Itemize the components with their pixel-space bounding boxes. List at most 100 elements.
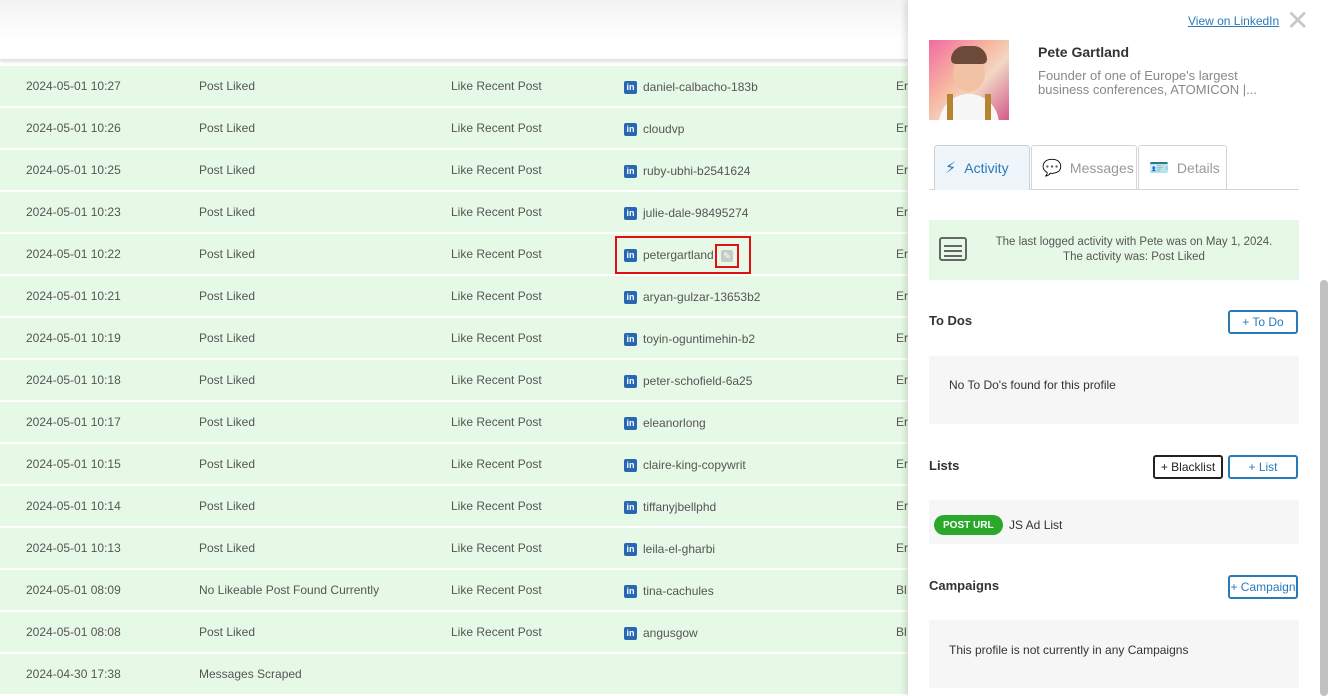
row-action: Like Recent Post (451, 415, 542, 429)
add-todo-button[interactable]: + To Do (1228, 310, 1298, 334)
row-status: Post Liked (199, 625, 256, 639)
close-icon[interactable]: ✕ (1286, 7, 1309, 35)
edit-profile-button[interactable]: ✎ (715, 244, 739, 268)
tab-messages[interactable]: 💬 Messages (1031, 145, 1137, 189)
profile-handle[interactable]: tina-cachules (643, 584, 714, 598)
row-profile[interactable]: in peter-schofield-6a25 (624, 374, 752, 388)
row-action: Like Recent Post (451, 79, 542, 93)
row-date: 2024-05-01 10:23 (26, 205, 121, 219)
row-extra: Er (896, 331, 908, 345)
profile-handle[interactable]: julie-dale-98495274 (643, 206, 748, 220)
table-row[interactable]: 2024-05-01 10:21 Post Liked Like Recent Po… (0, 276, 908, 318)
row-date: 2024-05-01 10:17 (26, 415, 121, 429)
linkedin-icon: in (624, 164, 637, 178)
row-extra: Er (896, 415, 908, 429)
row-date: 2024-05-01 10:15 (26, 457, 121, 471)
table-row[interactable]: 2024-05-01 10:19 Post Liked Like Recent Po… (0, 318, 908, 360)
panel-tabs: ⚡ Activity 💬 Messages 🪪 Details (929, 145, 1299, 190)
table-row[interactable]: 2024-05-01 10:17 Post Liked Like Recent Po… (0, 402, 908, 444)
list-name[interactable]: JS Ad List (1009, 518, 1062, 532)
profile-handle[interactable]: leila-el-gharbi (643, 542, 715, 556)
row-profile[interactable]: in petergartland (624, 248, 714, 262)
row-profile[interactable]: in julie-dale-98495274 (624, 206, 748, 220)
panel-scrollbar[interactable] (1320, 280, 1328, 696)
row-profile[interactable]: in ruby-ubhi-b2541624 (624, 164, 750, 178)
row-date: 2024-05-01 08:09 (26, 583, 121, 597)
table-row[interactable]: 2024-05-01 10:15 Post Liked Like Recent Po… (0, 444, 908, 486)
profile-handle[interactable]: claire-king-copywrit (643, 458, 746, 472)
add-blacklist-button[interactable]: + Blacklist (1153, 455, 1223, 479)
tab-details[interactable]: 🪪 Details (1138, 145, 1227, 189)
table-row[interactable]: 2024-05-01 10:26 Post Liked Like Recent Po… (0, 108, 908, 150)
row-profile[interactable]: in toyin-oguntimehin-b2 (624, 332, 755, 346)
add-campaign-button[interactable]: + Campaign (1228, 575, 1298, 599)
table-row[interactable]: 2024-05-01 08:08 Post Liked Like Recent Po… (0, 612, 908, 654)
table-row[interactable]: 2024-05-01 10:18 Post Liked Like Recent Po… (0, 360, 908, 402)
table-row[interactable]: 2024-05-01 08:09 No Likeable Post Found C… (0, 570, 908, 612)
linkedin-icon: in (624, 80, 637, 94)
row-profile[interactable]: in daniel-calbacho-183b (624, 80, 758, 94)
row-profile[interactable]: in aryan-gulzar-13653b2 (624, 290, 760, 304)
linkedin-icon: in (624, 416, 637, 430)
profile-handle[interactable]: ruby-ubhi-b2541624 (643, 164, 750, 178)
row-profile[interactable]: in claire-king-copywrit (624, 458, 746, 472)
tab-activity[interactable]: ⚡ Activity (934, 145, 1030, 190)
profile-headline: Founder of one of Europe's largest busin… (1038, 68, 1257, 97)
table-row[interactable]: 2024-05-01 10:27 Post Liked Like Recent Po… (0, 66, 908, 108)
row-extra: Er (896, 289, 908, 303)
profile-handle[interactable]: toyin-oguntimehin-b2 (643, 332, 755, 346)
row-action: Like Recent Post (451, 583, 542, 597)
todos-empty-text: No To Do's found for this profile (949, 378, 1116, 392)
row-status: Messages Scraped (199, 667, 302, 681)
add-list-button[interactable]: + List (1228, 455, 1298, 479)
table-row[interactable]: 2024-05-01 10:22 Post Liked Like Recent Po… (0, 234, 908, 276)
table-row[interactable]: 2024-05-01 10:13 Post Liked Like Recent Po… (0, 528, 908, 570)
notice-activity-text: The activity was: Post Liked (1063, 251, 1205, 263)
table-row[interactable]: 2024-05-01 10:14 Post Liked Like Recent Po… (0, 486, 908, 528)
top-header (0, 0, 908, 60)
row-date: 2024-05-01 10:14 (26, 499, 121, 513)
row-status: Post Liked (199, 373, 256, 387)
linkedin-icon: in (624, 458, 637, 472)
row-profile[interactable]: in eleanorlong (624, 416, 706, 430)
profile-handle[interactable]: daniel-calbacho-183b (643, 80, 758, 94)
avatar (929, 40, 1009, 120)
linkedin-icon: in (624, 248, 637, 262)
row-profile[interactable]: in tina-cachules (624, 584, 714, 598)
row-status: Post Liked (199, 331, 256, 345)
row-action: Like Recent Post (451, 541, 542, 555)
linkedin-icon: in (624, 374, 637, 388)
table-row[interactable]: 2024-05-01 10:25 Post Liked Like Recent Po… (0, 150, 908, 192)
table-row[interactable]: 2024-05-01 10:23 Post Liked Like Recent Po… (0, 192, 908, 234)
profile-handle[interactable]: angusgow (643, 626, 698, 640)
profile-handle[interactable]: aryan-gulzar-13653b2 (643, 290, 760, 304)
row-profile[interactable]: in leila-el-gharbi (624, 542, 715, 556)
profile-handle[interactable]: peter-schofield-6a25 (643, 374, 752, 388)
row-extra: Bl (896, 583, 907, 597)
linkedin-icon: in (624, 500, 637, 514)
table-row[interactable]: 2024-04-30 17:38 Messages Scraped (0, 654, 908, 696)
row-extra: Er (896, 373, 908, 387)
profile-handle[interactable]: petergartland (643, 248, 714, 262)
tab-messages-label: Messages (1069, 159, 1134, 176)
profile-handle[interactable]: cloudvp (643, 122, 684, 136)
linkedin-icon: in (624, 542, 637, 556)
view-on-linkedin-link[interactable]: View on LinkedIn (1188, 14, 1279, 28)
row-date: 2024-05-01 10:26 (26, 121, 121, 135)
row-extra: Er (896, 79, 908, 93)
profile-handle[interactable]: tiffanyjbellphd (643, 500, 716, 514)
row-extra: Er (896, 541, 908, 555)
row-profile[interactable]: in tiffanyjbellphd (624, 500, 716, 514)
row-date: 2024-05-01 10:18 (26, 373, 121, 387)
notice-date-text: The last logged activity with Pete was o… (995, 236, 1273, 248)
row-profile[interactable]: in angusgow (624, 626, 698, 640)
profile-panel: View on LinkedIn ✕ Pete Gartland Founder… (908, 0, 1328, 696)
row-extra: Bl (896, 625, 907, 639)
row-date: 2024-05-01 10:22 (26, 247, 121, 261)
row-action: Like Recent Post (451, 205, 542, 219)
row-status: Post Liked (199, 457, 256, 471)
row-date: 2024-05-01 10:27 (26, 79, 121, 93)
row-action: Like Recent Post (451, 373, 542, 387)
profile-handle[interactable]: eleanorlong (643, 416, 706, 430)
row-profile[interactable]: in cloudvp (624, 122, 684, 136)
